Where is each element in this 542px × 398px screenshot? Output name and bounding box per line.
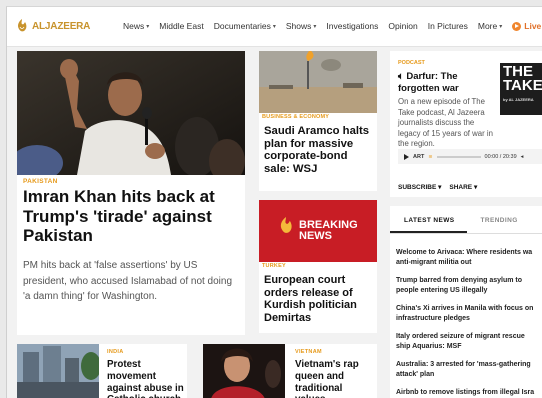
lead-summary: PM hits back at 'false assertions' by US…	[23, 260, 233, 302]
breaking-headline[interactable]: European court orders release of Kurdish…	[264, 274, 376, 324]
nav-item-middle-east[interactable]: Middle East	[159, 21, 203, 31]
list-item[interactable]: Welcome to Arivaca: Where residents wa a…	[396, 248, 542, 267]
india-headline[interactable]: Protest movement against abuse in Cathol…	[107, 359, 187, 398]
podcast-description: On a new episode of The Take podcast, Al…	[398, 97, 493, 148]
list-item[interactable]: Airbnb to remove listings from illegal I…	[396, 388, 542, 398]
chevron-down-icon: ▾	[146, 23, 150, 30]
thumb-line2: TAKE	[503, 77, 542, 94]
latest-news-list: Welcome to Arivaca: Where residents wa a…	[396, 248, 542, 398]
nav-item-in-pictures[interactable]: In Pictures	[428, 21, 468, 31]
podcast-label: PODCAST	[398, 60, 425, 66]
nav-label: More	[477, 21, 498, 31]
logo-text: ALJAZEERA	[32, 20, 91, 32]
saudi-kicker[interactable]: BUSINESS & ECONOMY	[259, 113, 333, 121]
site-header: ALJAZEERA News ▾ Middle East Documentarie…	[7, 7, 542, 47]
live-play-icon	[512, 21, 522, 31]
aljazeera-logo-icon	[280, 217, 292, 233]
breaking-banner-line2: NEWS	[299, 230, 332, 242]
nav-item-opinion[interactable]: Opinion	[388, 21, 417, 31]
nav-item-documentaries[interactable]: Documentaries ▾	[214, 21, 276, 31]
caret-down-icon: ▾	[438, 184, 442, 191]
lead-story-image[interactable]	[17, 51, 245, 175]
audio-player: ART ≋ 00:00 / 20:39 ◂	[398, 149, 542, 164]
nav-label: In Pictures	[427, 21, 468, 31]
latest-news-panel: LATEST NEWS TRENDING Welcome to Arivaca:…	[390, 206, 542, 398]
list-item[interactable]: Italy ordered seizure of migrant rescue …	[396, 332, 542, 351]
lead-headline[interactable]: Imran Khan hits back at Trump's 'tirade'…	[23, 187, 243, 246]
nav-item-shows[interactable]: Shows ▾	[286, 21, 317, 31]
vietnam-headline[interactable]: Vietnam's rap queen and traditional valu…	[295, 359, 375, 398]
player-time: 00:00 / 20:39	[484, 153, 517, 160]
live-label: Live	[524, 21, 542, 31]
player-track-label: ART	[413, 153, 425, 160]
rapper-photo	[203, 344, 285, 398]
nav-item-investigations[interactable]: Investigations	[326, 21, 378, 31]
volume-icon[interactable]: ◂	[521, 154, 524, 160]
nav-item-news[interactable]: News ▾	[123, 21, 149, 31]
list-item[interactable]: Trump barred from denying asylum to peop…	[396, 276, 542, 295]
share-dropdown[interactable]: SHARE ▾	[449, 183, 477, 191]
subscribe-label: SUBSCRIBE	[398, 184, 437, 191]
oil-flare-photo	[259, 51, 377, 113]
the-take-thumbnail[interactable]: THE TAKE by AL JAZEERA	[500, 63, 542, 115]
nav-label: Documentaries	[213, 21, 271, 31]
vietnam-kicker[interactable]: VIETNAM	[295, 349, 322, 355]
breaking-kicker[interactable]: TURKEY	[259, 262, 289, 270]
chevron-down-icon: ▾	[499, 23, 503, 30]
chevron-down-icon: ▾	[272, 23, 276, 30]
caret-down-icon: ▾	[473, 184, 478, 191]
live-button[interactable]: Live	[512, 21, 541, 31]
list-item[interactable]: Australia: 3 arrested for 'mass-gatherin…	[396, 360, 542, 379]
podcast-title-text: Darfur: The forgotten war	[398, 71, 459, 94]
news-tabs: LATEST NEWS TRENDING	[390, 206, 542, 234]
main-nav: News ▾ Middle East Documentaries ▾ Shows ▾ …	[123, 21, 541, 31]
nav-label: Shows	[285, 21, 312, 31]
story-card-vietnam[interactable]: VIETNAM Vietnam's rap queen and traditio…	[203, 344, 377, 398]
list-item[interactable]: China's Xi arrives in Manila with focus …	[396, 304, 542, 323]
thumb-brand: by AL JAZEERA	[503, 97, 534, 102]
breaking-news-image: BREAKING NEWS	[259, 200, 377, 262]
saudi-headline[interactable]: Saudi Aramco halts plan for massive corp…	[264, 125, 374, 175]
protest-photo	[17, 344, 101, 398]
tab-latest-news[interactable]: LATEST NEWS	[390, 206, 467, 233]
nav-item-more[interactable]: More ▾	[478, 21, 502, 31]
story-card-demirtas[interactable]: BREAKING NEWS TURKEY European court orde…	[259, 200, 377, 333]
story-card-india[interactable]: INDIA Protest movement against abuse in …	[17, 344, 187, 398]
chevron-down-icon: ▾	[313, 23, 317, 30]
podcast-card: PODCAST 🔈︎ Darfur: The forgotten war On …	[390, 51, 542, 197]
page: ALJAZEERA News ▾ Middle East Documentarie…	[6, 6, 542, 398]
podcast-title[interactable]: 🔈︎ Darfur: The forgotten war	[398, 71, 493, 95]
lead-story-card[interactable]: PAKISTAN Imran Khan hits back at Trump's…	[17, 51, 245, 335]
nav-label: Opinion	[388, 21, 418, 31]
india-kicker[interactable]: INDIA	[107, 349, 123, 355]
subscribe-dropdown[interactable]: SUBSCRIBE ▾	[398, 183, 441, 191]
nav-label: Investigations	[326, 21, 379, 31]
site-logo[interactable]: ALJAZEERA	[15, 18, 90, 34]
imran-khan-photo	[17, 51, 245, 175]
lead-kicker[interactable]: PAKISTAN	[23, 178, 58, 185]
aljazeera-logo-icon	[18, 19, 27, 32]
podcast-actions: SUBSCRIBE ▾ SHARE ▾	[398, 183, 477, 191]
nav-label: News	[123, 21, 145, 31]
play-icon[interactable]	[404, 153, 409, 160]
story-card-saudi-aramco[interactable]: BUSINESS & ECONOMY Saudi Aramco halts pl…	[259, 51, 377, 191]
nav-label: Middle East	[159, 21, 204, 31]
progress-track[interactable]	[436, 155, 481, 158]
share-label: SHARE	[449, 184, 473, 191]
wave-icon: ≋	[428, 153, 433, 160]
tab-trending[interactable]: TRENDING	[467, 206, 542, 233]
